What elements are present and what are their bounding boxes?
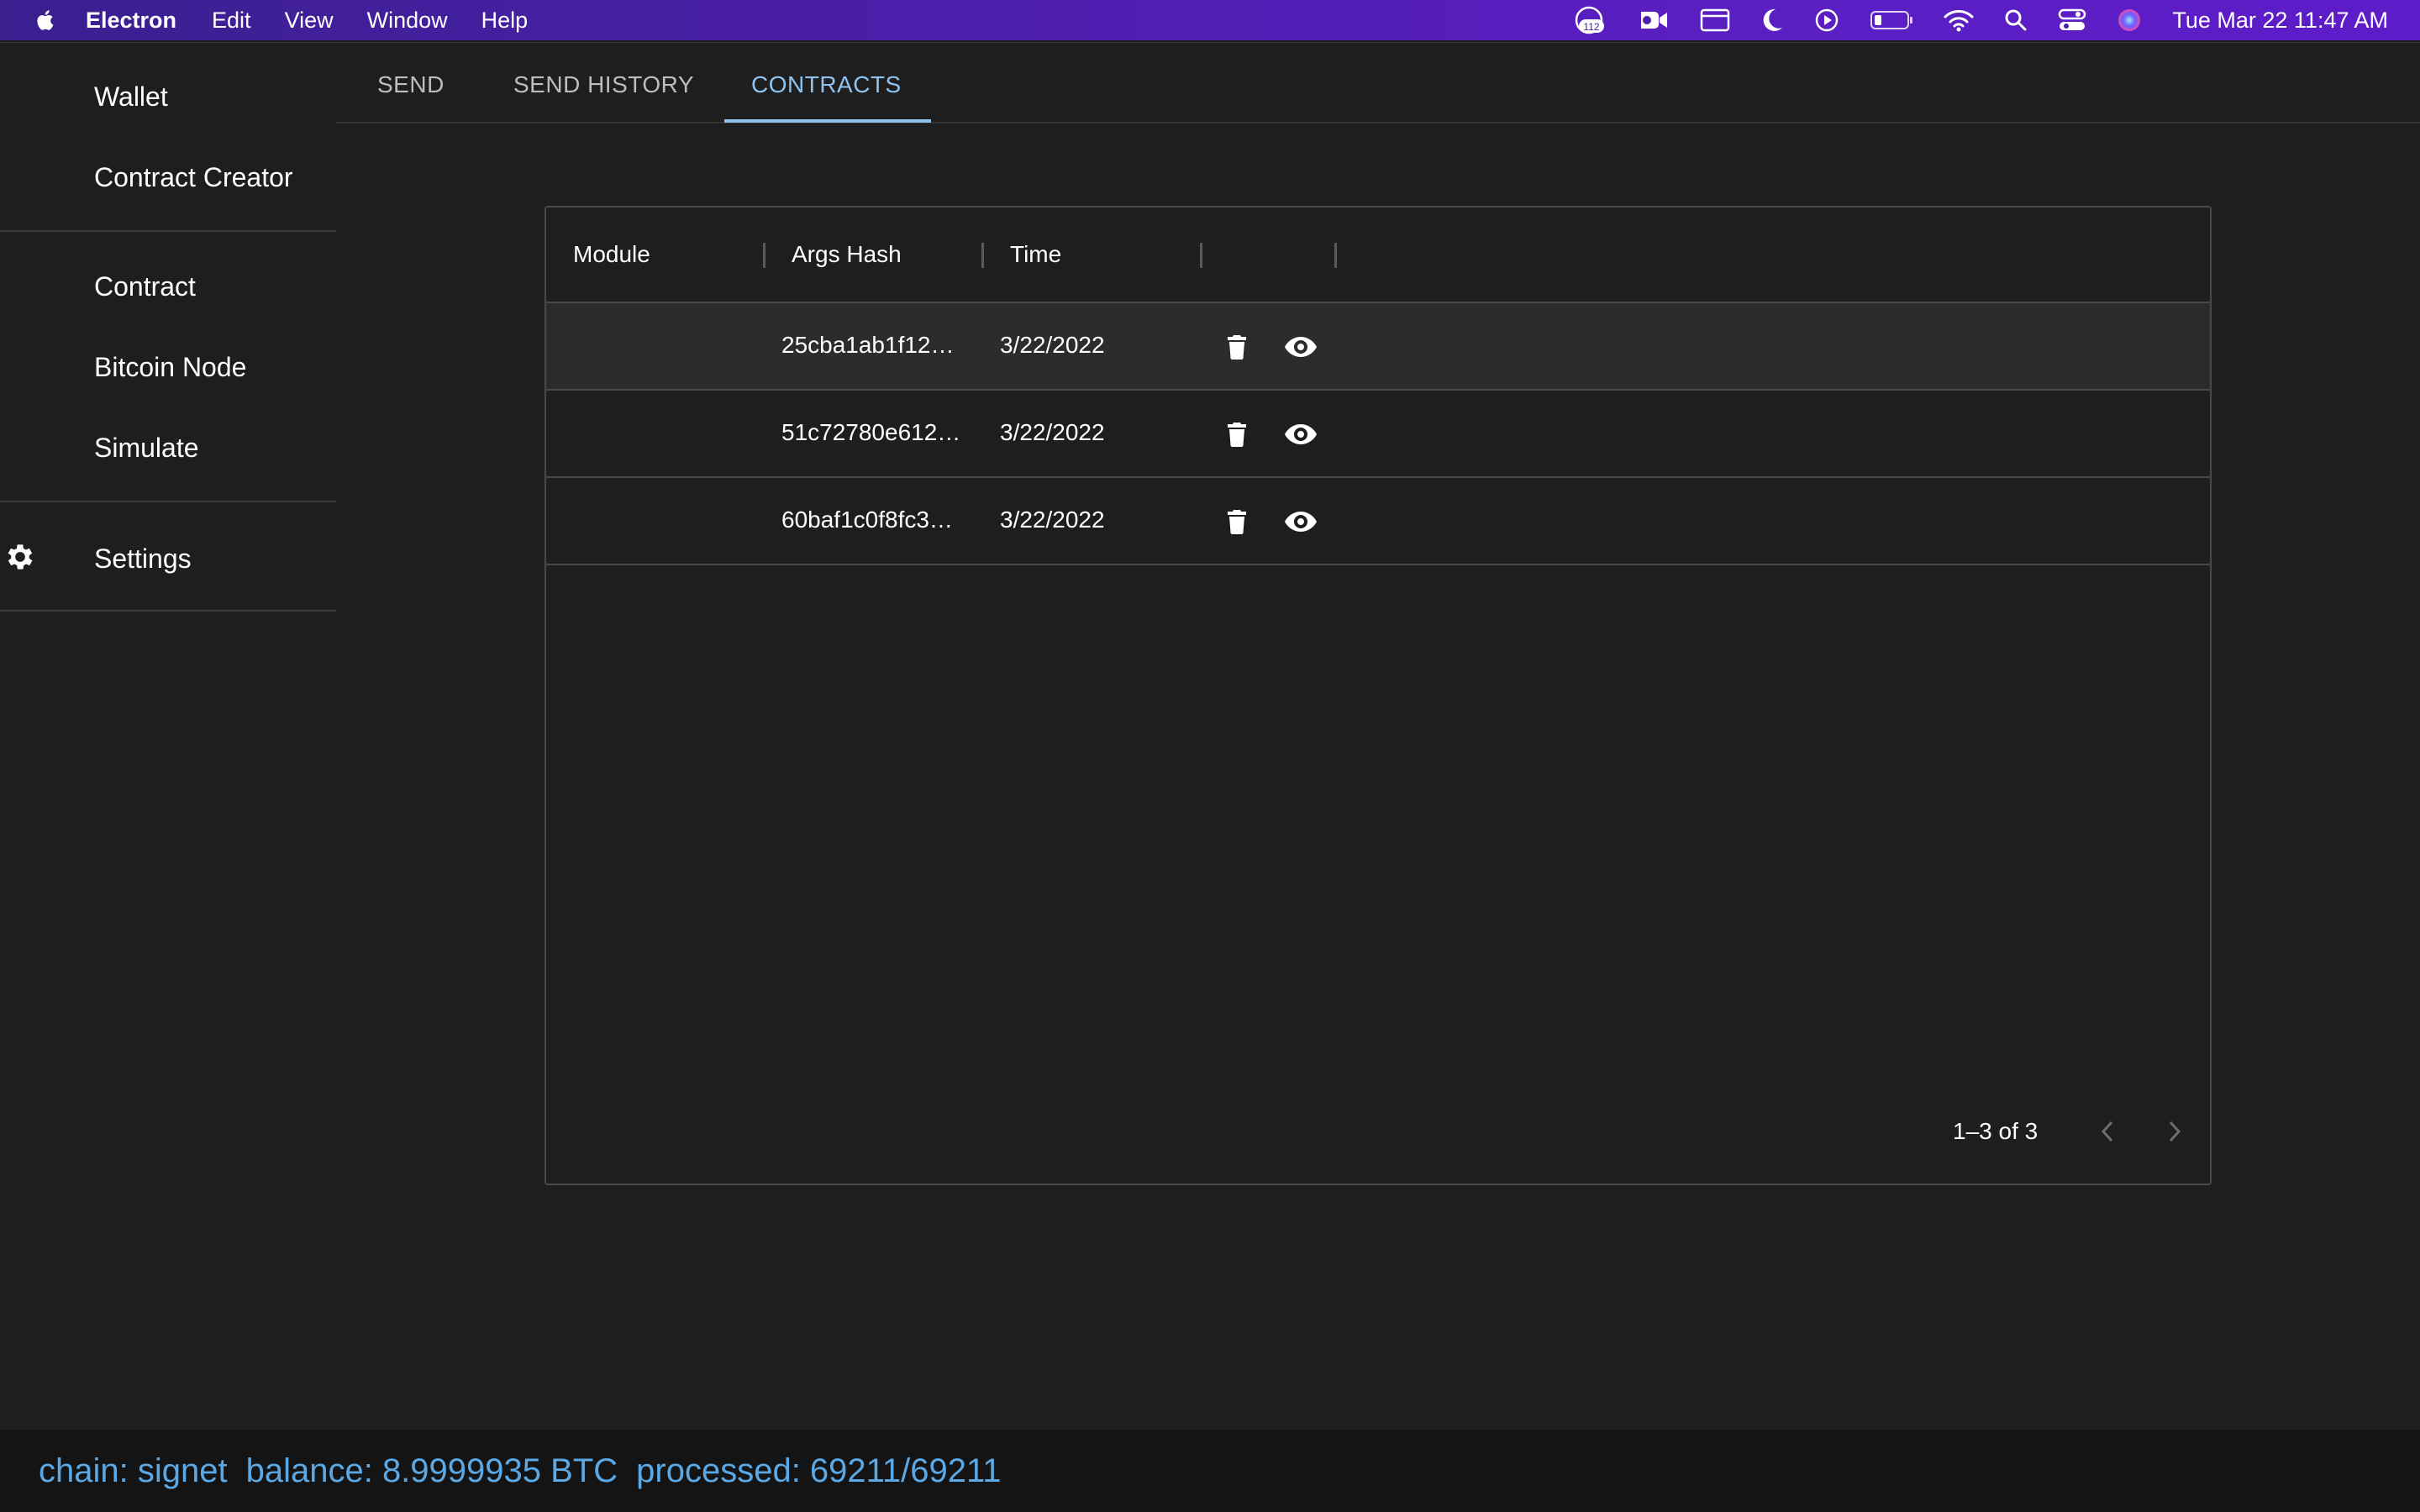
notification-count: 112 [1584, 21, 1600, 33]
battery-icon[interactable] [1870, 9, 1913, 31]
gear-icon [8, 544, 33, 570]
apple-logo-icon[interactable] [35, 9, 54, 31]
view-icon[interactable] [1284, 330, 1318, 364]
column-separator[interactable] [763, 243, 765, 268]
sidebar-divider [0, 610, 336, 612]
search-icon[interactable] [2004, 8, 2028, 32]
sidebar-item-contract-creator[interactable]: Contract Creator [94, 162, 293, 193]
control-center-icon[interactable] [2058, 8, 2086, 32]
sidebar-item-simulate[interactable]: Simulate [94, 433, 199, 464]
app-menu-electron[interactable]: Electron [86, 8, 176, 34]
column-separator[interactable] [981, 243, 984, 268]
view-icon[interactable] [1284, 417, 1318, 451]
macos-menu-bar: Electron Edit View Window Help 112 Tue M… [0, 0, 2420, 40]
moon-icon[interactable] [1760, 8, 1784, 33]
delete-icon[interactable] [1220, 330, 1254, 364]
app-window: Wallet Contract Creator Contract Bitcoin… [0, 42, 2420, 1512]
table-row[interactable]: 60baf1c0f8fc3… 3/22/2022 [546, 478, 2210, 565]
sidebar-item-settings[interactable]: Settings [94, 543, 192, 575]
sidebar-divider [0, 501, 336, 502]
column-header-module[interactable]: Module [573, 241, 650, 268]
pagination-label: 1–3 of 3 [1953, 1118, 2039, 1144]
tab-send[interactable]: SEND [377, 71, 445, 98]
menu-help[interactable]: Help [481, 8, 529, 34]
status-balance: balance: 8.9999935 BTC [245, 1452, 618, 1489]
active-tab-indicator [724, 119, 931, 123]
status-processed: processed: 69211/69211 [636, 1452, 1002, 1489]
sidebar-item-contract[interactable]: Contract [94, 271, 196, 302]
play-icon[interactable] [1814, 8, 1839, 33]
menu-edit[interactable]: Edit [212, 8, 251, 34]
column-header-time[interactable]: Time [1010, 241, 1061, 268]
table-pagination: 1–3 of 3 [546, 1091, 2210, 1184]
delete-icon[interactable] [1220, 417, 1254, 451]
chevron-left-icon[interactable] [2087, 1111, 2128, 1152]
tab-send-history[interactable]: SEND HISTORY [513, 71, 694, 98]
chevron-right-icon[interactable] [2154, 1111, 2195, 1152]
table-header: Module Args Hash Time [546, 207, 2210, 303]
sidebar-divider [0, 230, 336, 232]
tab-bar: SEND SEND HISTORY CONTRACTS [336, 43, 2420, 123]
cell-args-hash: 51c72780e612… [781, 419, 961, 445]
sidebar-item-wallet[interactable]: Wallet [94, 81, 168, 113]
column-header-args-hash[interactable]: Args Hash [792, 241, 902, 268]
contracts-table: Module Args Hash Time 25cba1ab1f12… 3/22… [544, 206, 2212, 1185]
wifi-icon[interactable] [1944, 8, 1974, 32]
siri-icon[interactable] [2117, 8, 2142, 33]
menu-window[interactable]: Window [367, 8, 448, 34]
view-icon[interactable] [1284, 505, 1318, 538]
notification-badge-icon[interactable]: 112 [1572, 6, 1607, 34]
status-chain: chain: signet [39, 1452, 228, 1489]
cell-time: 3/22/2022 [1000, 507, 1105, 533]
sidebar-item-bitcoin-node[interactable]: Bitcoin Node [94, 352, 246, 383]
window-icon[interactable] [1700, 8, 1730, 33]
video-call-icon[interactable] [1638, 8, 1670, 33]
cell-args-hash: 60baf1c0f8fc3… [781, 507, 953, 533]
sidebar: Wallet Contract Creator Contract Bitcoin… [0, 43, 336, 1429]
status-bar: chain: signet balance: 8.9999935 BTC pro… [0, 1430, 2420, 1512]
column-separator[interactable] [1200, 243, 1202, 268]
table-row[interactable]: 25cba1ab1f12… 3/22/2022 [546, 303, 2210, 391]
tab-contracts[interactable]: CONTRACTS [751, 71, 902, 98]
menubar-clock[interactable]: Tue Mar 22 11:47 AM [2172, 8, 2388, 34]
menu-view[interactable]: View [285, 8, 334, 34]
table-row[interactable]: 51c72780e612… 3/22/2022 [546, 391, 2210, 478]
cell-args-hash: 25cba1ab1f12… [781, 332, 955, 358]
column-separator[interactable] [1334, 243, 1337, 268]
cell-time: 3/22/2022 [1000, 332, 1105, 358]
delete-icon[interactable] [1220, 505, 1254, 538]
cell-time: 3/22/2022 [1000, 419, 1105, 445]
